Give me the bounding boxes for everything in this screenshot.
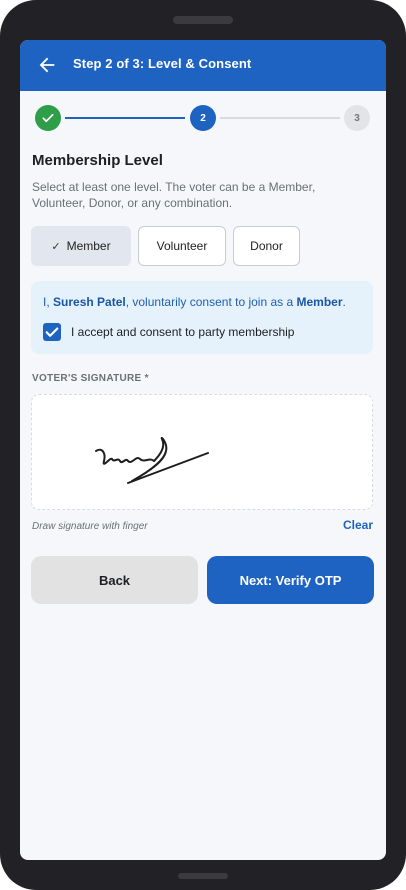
app-screen: Step 2 of 3: Level & Consent 2 3 Members…: [20, 40, 386, 860]
consent-checkbox[interactable]: [43, 323, 61, 341]
phone-speaker: [173, 16, 233, 24]
consent-level: Member: [296, 295, 343, 309]
consent-statement: I, Suresh Patel, voluntarily consent to …: [43, 295, 346, 309]
checkmark-icon: [42, 113, 54, 123]
level-chip-member[interactable]: ✓ Member: [31, 226, 131, 266]
progress-stepper: 2 3: [20, 103, 386, 133]
page-title: Step 2 of 3: Level & Consent: [73, 56, 252, 71]
signature-drawing: [95, 437, 209, 484]
back-button[interactable]: Back: [31, 556, 198, 604]
home-indicator: [178, 873, 228, 879]
phone-frame: Step 2 of 3: Level & Consent 2 3 Members…: [0, 0, 406, 890]
consent-checkbox-label[interactable]: I accept and consent to party membership: [71, 325, 294, 339]
stepper-line-complete: [65, 117, 185, 119]
next-verify-otp-button[interactable]: Next: Verify OTP: [207, 556, 374, 604]
level-chip-label: Volunteer: [156, 239, 208, 253]
step-3-pending: 3: [344, 105, 370, 131]
back-arrow-icon[interactable]: [36, 54, 58, 76]
level-chip-label: Member: [66, 239, 111, 253]
signature-pad[interactable]: [31, 394, 373, 510]
signature-hint: Draw signature with finger: [32, 521, 148, 532]
checkbox-check-icon: [45, 327, 59, 337]
step-2-current: 2: [190, 105, 216, 131]
voter-name: Suresh Patel: [53, 295, 126, 309]
consent-box: I, Suresh Patel, voluntarily consent to …: [31, 281, 373, 354]
level-chip-volunteer[interactable]: Volunteer: [138, 226, 226, 266]
check-icon: ✓: [51, 240, 61, 253]
signature-label: VOTER'S SIGNATURE *: [32, 373, 149, 384]
level-chip-donor[interactable]: Donor: [233, 226, 300, 266]
level-chip-label: Donor: [250, 239, 283, 253]
membership-level-heading: Membership Level: [32, 152, 163, 169]
app-bar: Step 2 of 3: Level & Consent: [20, 40, 386, 91]
membership-level-description: Select at least one level. The voter can…: [32, 180, 316, 210]
clear-signature-button[interactable]: Clear: [343, 518, 373, 532]
stepper-line-pending: [220, 117, 340, 119]
step-1-complete: [35, 105, 61, 131]
